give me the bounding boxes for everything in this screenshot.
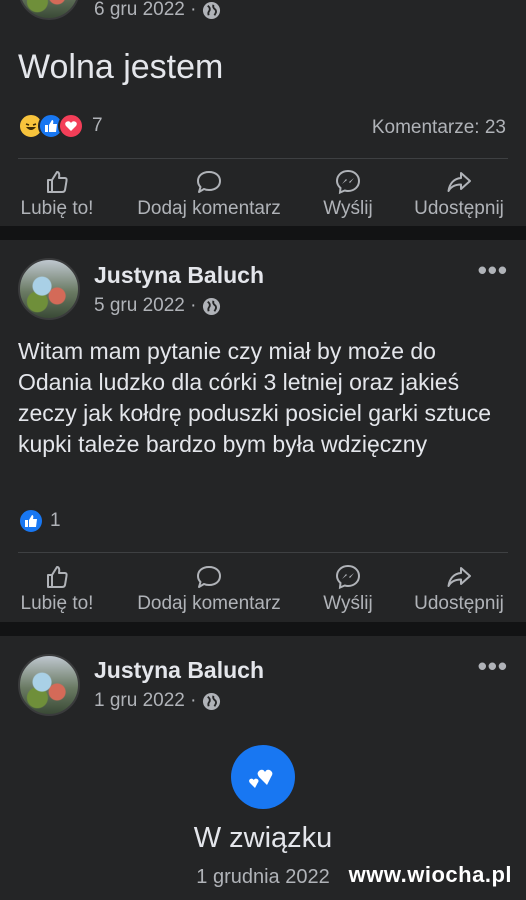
reaction-summary[interactable]: 7: [18, 113, 103, 139]
reaction-count: 7: [92, 115, 103, 136]
feed: 6 gru 2022 · Wolna jestem 7 Komentarze: …: [0, 0, 526, 900]
comment-button[interactable]: Dodaj komentarz: [137, 168, 281, 220]
comments-count[interactable]: Komentarze: 23: [372, 117, 506, 139]
globe-icon: [203, 297, 221, 315]
share-button[interactable]: Udostępnij: [389, 168, 526, 220]
speech-bubble-icon: [197, 171, 221, 193]
like-button[interactable]: Lubię to!: [0, 168, 127, 220]
feed-separator: [0, 622, 526, 636]
author-name[interactable]: Justyna Baluch: [94, 262, 264, 289]
like-label: Lubię to!: [20, 593, 94, 614]
post-card: 6 gru 2022 · Wolna jestem 7 Komentarze: …: [0, 0, 526, 226]
avatar[interactable]: [18, 258, 80, 320]
reaction-count: 1: [50, 510, 61, 531]
thumbs-up-icon: [47, 171, 68, 193]
share-arrow-icon: [447, 172, 471, 192]
more-dots-icon[interactable]: •••: [478, 257, 508, 283]
avatar[interactable]: [18, 0, 80, 20]
post-actions: Lubię to! Dodaj komentarz Wyślij Udostęp…: [0, 168, 526, 224]
more-dots-icon[interactable]: •••: [478, 653, 508, 679]
avatar[interactable]: [18, 654, 80, 716]
post-date[interactable]: 5 gru 2022 ·: [94, 295, 196, 317]
post-text: Wolna jestem: [18, 48, 224, 86]
comment-button[interactable]: Dodaj komentarz: [137, 563, 281, 615]
share-button[interactable]: Udostępnij: [389, 563, 526, 615]
post-date[interactable]: 6 gru 2022 ·: [94, 0, 196, 21]
globe-icon: [203, 1, 221, 19]
share-label: Udostępnij: [414, 593, 504, 614]
like-button[interactable]: Lubię to!: [0, 563, 127, 615]
divider: [18, 158, 508, 159]
post-card: Justyna Baluch 1 gru 2022 · ••• W związk…: [0, 636, 526, 900]
speech-bubble-icon: [197, 566, 221, 588]
share-arrow-icon: [447, 567, 471, 587]
globe-icon: [203, 692, 221, 710]
share-label: Udostępnij: [414, 198, 504, 219]
post-card: Justyna Baluch 5 gru 2022 · ••• Witam ma…: [0, 240, 526, 622]
post-meta: 1 gru 2022 ·: [94, 690, 221, 712]
feed-separator: [0, 226, 526, 240]
like-label: Lubię to!: [20, 198, 94, 219]
send-label: Wyślij: [323, 198, 373, 219]
reaction-summary[interactable]: 1: [18, 508, 61, 534]
post-actions: Lubię to! Dodaj komentarz Wyślij Udostęp…: [0, 563, 526, 619]
love-reaction-icon: [58, 113, 84, 139]
post-meta: 5 gru 2022 ·: [94, 295, 221, 317]
author-name[interactable]: Justyna Baluch: [94, 657, 264, 684]
send-label: Wyślij: [323, 593, 373, 614]
comment-label: Dodaj komentarz: [137, 198, 281, 219]
relationship-heart-icon: [231, 745, 295, 809]
watermark: www.wiocha.pl: [348, 862, 512, 887]
messenger-icon: [335, 169, 361, 195]
life-event-title: W związku: [193, 822, 333, 854]
like-reaction-icon: [18, 508, 44, 534]
divider: [18, 552, 508, 553]
comment-label: Dodaj komentarz: [137, 593, 281, 614]
messenger-icon: [335, 564, 361, 590]
thumbs-up-icon: [47, 566, 68, 588]
post-meta: 6 gru 2022 ·: [94, 0, 221, 21]
post-text: Witam mam pytanie czy miał by może do Od…: [18, 338, 491, 457]
post-date[interactable]: 1 gru 2022 ·: [94, 690, 196, 712]
